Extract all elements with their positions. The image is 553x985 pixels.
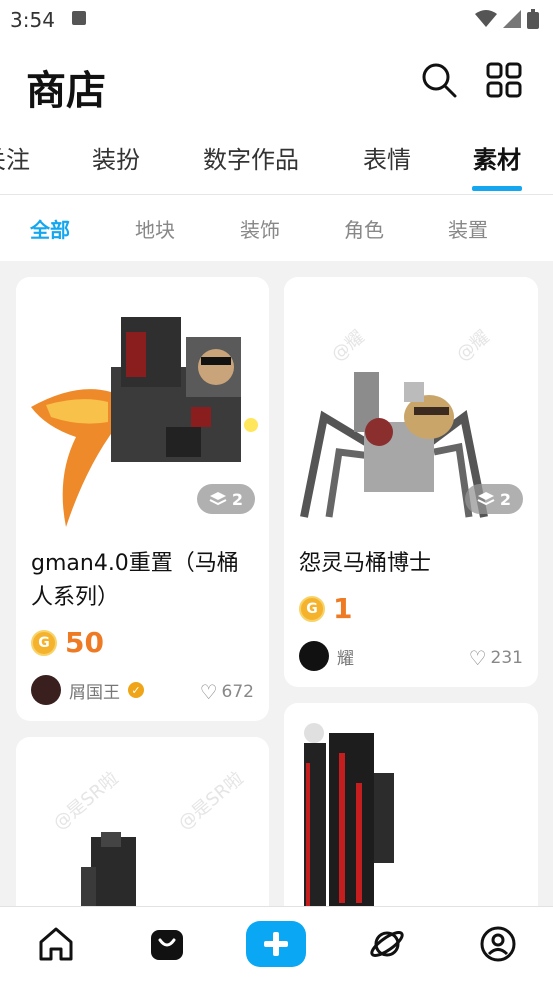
layers-badge: 2 <box>197 484 255 514</box>
like-count[interactable]: ♡ 231 <box>469 646 523 670</box>
category-tabs: 关注 装扮 数字作品 表情 素材 <box>0 128 553 195</box>
author-row[interactable]: 耀 <box>299 641 354 671</box>
layers-badge: 2 <box>465 484 523 514</box>
subtab-devices[interactable]: 装置 <box>448 214 488 243</box>
author-row[interactable]: 屑国王 ✓ <box>31 675 144 705</box>
status-bar: 3:54 <box>0 0 553 38</box>
price-row: G 1 <box>299 592 352 625</box>
subtab-decorations[interactable]: 装饰 <box>240 214 280 243</box>
product-name-line2: 人系列） <box>31 585 120 610</box>
tab-follow[interactable]: 关注 <box>0 140 30 175</box>
price-row: G 50 <box>31 626 104 659</box>
avatar[interactable] <box>31 675 61 705</box>
likes-value: 672 <box>221 682 254 702</box>
product-name-line1: gman4.0重置（马桶 <box>31 551 239 576</box>
product-image <box>284 703 538 933</box>
status-time: 3:54 <box>10 8 55 32</box>
status-icons <box>475 9 539 29</box>
layers-icon <box>209 492 227 506</box>
price: 1 <box>333 592 353 625</box>
notification-a-icon <box>72 11 86 25</box>
heart-icon: ♡ <box>199 680 218 704</box>
like-count[interactable]: ♡ 672 <box>200 680 254 704</box>
battery-icon <box>527 9 539 29</box>
page-title: 商店 <box>26 68 106 114</box>
tab-emoji[interactable]: 表情 <box>363 140 411 175</box>
avatar[interactable] <box>299 641 329 671</box>
signal-icon <box>503 10 521 28</box>
tab-dressup[interactable]: 装扮 <box>92 140 140 175</box>
layers-count: 2 <box>231 489 244 509</box>
product-name: 怨灵马桶博士 <box>299 551 432 576</box>
shop-bag-icon[interactable] <box>148 925 186 963</box>
active-tab-indicator <box>472 186 522 191</box>
tab-digital-works[interactable]: 数字作品 <box>203 140 299 175</box>
likes-value: 231 <box>490 648 523 668</box>
subcategory-tabs: 全部 地块 装饰 角色 装置 <box>0 195 553 261</box>
coin-icon: G <box>299 595 325 622</box>
home-icon[interactable] <box>37 925 75 963</box>
bottom-navigation <box>0 906 553 985</box>
author-name: 屑国王 <box>69 682 120 703</box>
header: 商店 <box>0 38 553 128</box>
subtab-characters[interactable]: 角色 <box>344 214 384 243</box>
create-button[interactable] <box>246 921 306 967</box>
heart-icon: ♡ <box>468 646 487 670</box>
search-icon[interactable] <box>421 62 457 98</box>
product-card[interactable]: 2 gman4.0重置（马桶 人系列） G 50 屑国王 ✓ ♡ 672 <box>16 277 269 721</box>
profile-icon[interactable] <box>479 925 517 963</box>
planet-icon[interactable] <box>368 925 406 963</box>
grid-menu-icon[interactable] <box>486 62 522 98</box>
author-name: 耀 <box>337 648 354 669</box>
price: 50 <box>65 626 104 659</box>
verified-icon: ✓ <box>128 682 144 698</box>
tab-materials[interactable]: 素材 <box>473 140 521 175</box>
product-card[interactable]: @耀 @耀 2 怨灵马桶博士 G 1 耀 ♡ 231 <box>284 277 538 687</box>
layers-count: 2 <box>499 489 512 509</box>
product-card[interactable] <box>284 703 538 933</box>
subtab-blocks[interactable]: 地块 <box>135 214 175 243</box>
subtab-all[interactable]: 全部 <box>30 214 70 243</box>
plus-icon <box>264 932 288 956</box>
coin-icon: G <box>31 629 57 656</box>
layers-icon <box>477 492 495 506</box>
wifi-icon <box>475 10 497 27</box>
